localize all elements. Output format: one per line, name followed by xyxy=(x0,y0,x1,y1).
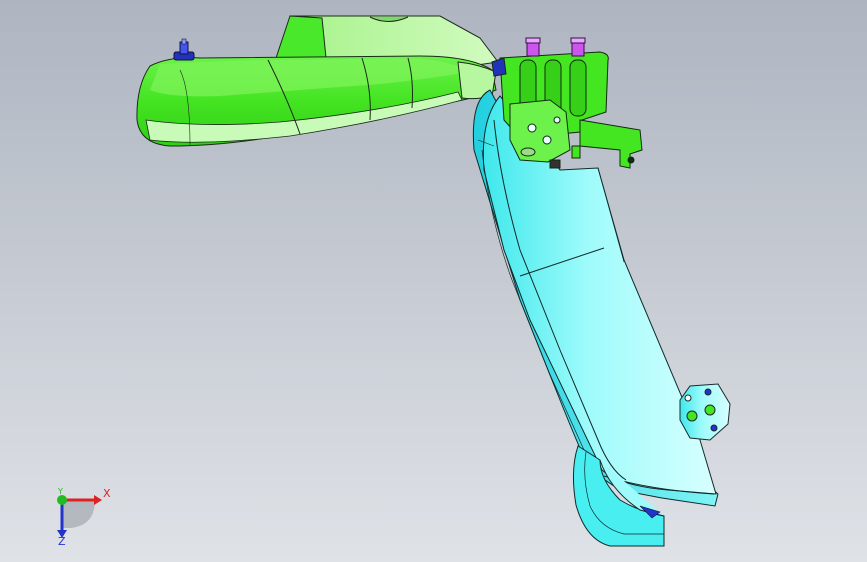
duct-top-flange-side xyxy=(275,15,327,59)
3d-model-view[interactable] xyxy=(0,0,867,562)
cyan-vertical-duct[interactable] xyxy=(472,89,719,507)
octagonal-mount-plate[interactable] xyxy=(679,383,731,441)
cad-viewport[interactable]: X Y Z xyxy=(0,0,867,562)
magenta-studs xyxy=(525,37,586,57)
duct-fastener xyxy=(173,38,195,61)
coordinate-triad: X Y Z xyxy=(40,478,120,548)
upper-green-duct[interactable] xyxy=(136,15,499,147)
x-axis-label: X xyxy=(103,487,111,500)
y-axis-label: Y xyxy=(58,487,63,496)
triad-shadow xyxy=(62,500,95,528)
z-axis-label: Z xyxy=(58,535,66,548)
